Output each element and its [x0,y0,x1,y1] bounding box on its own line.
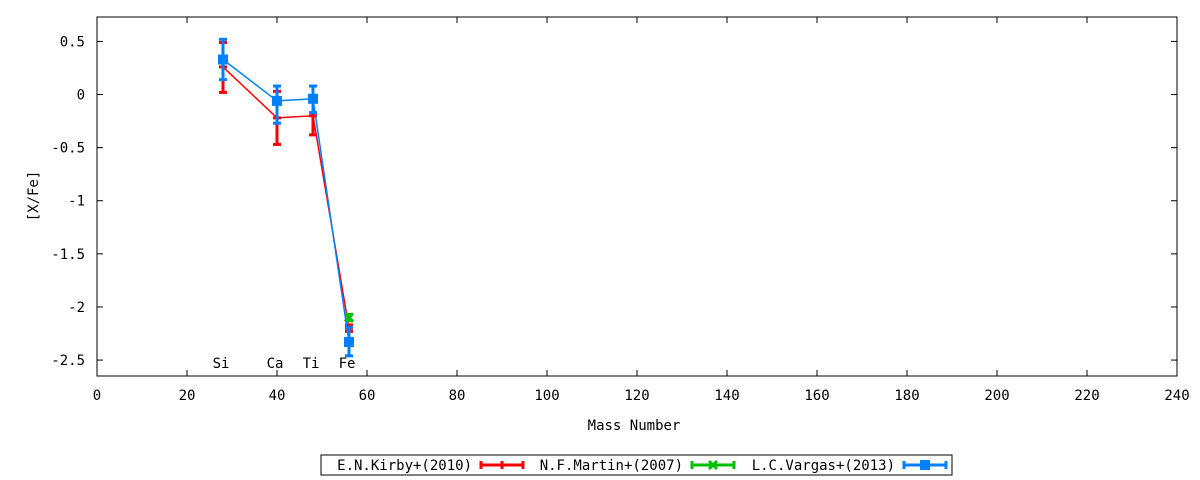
y-tick-label: -0.5 [51,141,85,157]
legend-label: L.C.Vargas+(2013) [752,458,895,474]
x-tick-label: 0 [93,388,101,404]
element-label: Ti [303,356,320,372]
y-axis-label: [X/Fe] [26,171,42,222]
point-marker-square [218,54,228,65]
y-tick-label: -2 [68,300,85,316]
plot-frame [96,16,1178,377]
legend-label: E.N.Kirby+(2010) [337,458,472,474]
legend: E.N.Kirby+(2010) N.F.Martin+(2007) L.C.Var… [320,454,953,476]
point-marker-square [920,460,930,470]
series-layer [218,37,355,358]
y-tick-label: -1 [68,194,85,210]
x-axis-ticks: 0 20 40 60 80 100 120 140 160 180 200 220 240 [93,17,1190,404]
x-tick-label: 240 [1164,388,1189,404]
x-tick-label: 60 [359,388,376,404]
x-tick-label: 160 [804,388,829,404]
series-line [222,58,350,343]
chart-svg: 0 20 40 60 80 100 120 140 160 180 200 220 240 0.5 0 -0… [26,16,1190,476]
x-tick-label: 100 [534,388,559,404]
series-L.C.Vargas+(2013) [218,37,354,358]
series-E.N.Kirby+(2010) [219,40,353,333]
y-tick-label: -2.5 [51,353,85,369]
point-marker-square [344,337,354,348]
x-axis-label: Mass Number [588,418,681,434]
y-tick-label: 0 [77,88,85,104]
x-tick-label: 200 [984,388,1009,404]
y-tick-label: 0.5 [60,34,85,50]
x-tick-label: 140 [714,388,739,404]
x-tick-label: 180 [894,388,919,404]
x-tick-label: 20 [179,388,196,404]
element-labels: Si Ca Ti Fe [213,356,356,372]
point-marker-square [272,95,282,106]
x-tick-label: 120 [624,388,649,404]
point-marker-square [308,93,318,104]
y-tick-label: -1.5 [51,247,85,263]
legend-label: N.F.Martin+(2007) [540,458,683,474]
series-line [222,66,350,329]
y-axis-ticks: 0.5 0 -0.5 -1 -1.5 -2 -2.5 [51,34,1177,369]
element-label: Ca [267,356,284,372]
x-tick-label: 40 [269,388,286,404]
element-label: Fe [339,356,356,372]
x-tick-label: 80 [449,388,466,404]
x-tick-label: 220 [1074,388,1099,404]
element-label: Si [213,356,230,372]
